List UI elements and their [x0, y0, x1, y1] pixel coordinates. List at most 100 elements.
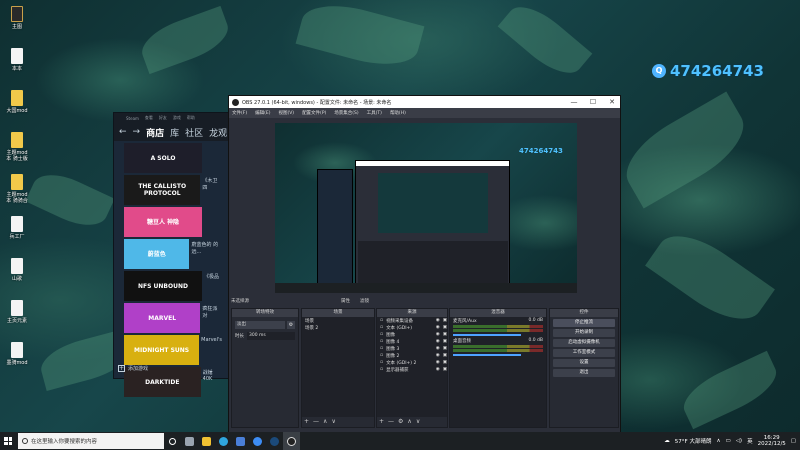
clock[interactable]: 16:29 2022/12/5 [758, 435, 786, 447]
qq-taskbar-icon[interactable] [249, 432, 266, 450]
desktop-icon[interactable]: 山歌 [4, 258, 30, 282]
source-item[interactable]: ▫ 图像 2 ◉ ▣ [377, 352, 447, 359]
steam-menu-item[interactable]: Steam [126, 116, 139, 121]
steam-menu-item[interactable]: 帮助 [187, 115, 195, 121]
eye-icon[interactable]: ◉ [436, 339, 440, 344]
eye-icon[interactable]: ◉ [436, 360, 440, 365]
obs-menu-item[interactable]: 配置文件(P) [302, 110, 326, 116]
back-icon[interactable]: ← [119, 127, 127, 137]
start-virtual-camera-button[interactable]: 启动虚拟摄像机 [553, 339, 615, 347]
settings-button[interactable]: 设置 [553, 359, 615, 367]
exit-button[interactable]: 退出 [553, 369, 615, 377]
desktop-icon[interactable]: 主题mod本 骑骑合 [4, 174, 30, 204]
forward-icon[interactable]: → [133, 127, 141, 137]
source-item[interactable]: ▫ 显示器捕获 ◉ ▣ [377, 366, 447, 373]
maximize-button[interactable]: ☐ [585, 98, 601, 106]
game-item[interactable]: THE CALLISTO PROTOCOL 《木卫四 [124, 175, 224, 205]
lock-icon[interactable]: ▣ [443, 339, 447, 344]
move-up-icon[interactable]: ∧ [323, 418, 327, 425]
store-icon[interactable] [232, 432, 249, 450]
steam-menu-item[interactable]: 查看 [145, 115, 153, 121]
obs-menu-item[interactable]: 工具(T) [367, 110, 382, 116]
input-language[interactable]: 英 [747, 437, 753, 445]
studio-mode-button[interactable]: 工作室模式 [553, 349, 615, 357]
game-item[interactable]: MIDNIGHT SUNS Marvel's [124, 335, 224, 365]
filters-button[interactable]: 滤镜 [360, 298, 369, 304]
source-item[interactable]: ▫ 图像 3 ◉ ▣ [377, 345, 447, 352]
desktop-icon[interactable]: 主页元素 [4, 300, 30, 324]
game-item[interactable]: NFS UNBOUND 《极品 [124, 271, 224, 301]
gear-icon[interactable]: ⚙ [287, 321, 295, 329]
notification-icon[interactable]: ▢ [791, 438, 796, 444]
taskbar-search[interactable]: 在这里输入你要搜索的内容 [18, 433, 164, 449]
network-icon[interactable]: ▭ [725, 438, 730, 444]
obs-window[interactable]: OBS 27.0.1 (64-bit, windows) - 配置文件: 未命名… [228, 95, 621, 440]
desktop-icon[interactable]: 本本 [4, 48, 30, 72]
add-icon[interactable]: + [304, 418, 309, 425]
desktop-icon[interactable]: 兵工厂 [4, 216, 30, 240]
scene-item[interactable]: 场景 2 [302, 324, 374, 331]
lock-icon[interactable]: ▣ [443, 353, 447, 358]
minimize-button[interactable]: — [566, 98, 582, 106]
chevron-up-icon[interactable]: ∧ [716, 438, 720, 444]
move-up-icon[interactable]: ∧ [407, 418, 411, 425]
steam-taskbar-icon[interactable] [266, 432, 283, 450]
lock-icon[interactable]: ▣ [443, 367, 447, 372]
weather-text[interactable]: 57°F 大部晴朗 [675, 437, 712, 445]
remove-icon[interactable]: — [313, 418, 319, 425]
volume-slider[interactable] [453, 334, 521, 336]
steam-menu-item[interactable]: 好友 [159, 115, 167, 121]
duration-input[interactable]: 300 ms [247, 332, 295, 340]
eye-icon[interactable]: ◉ [436, 332, 440, 337]
game-item[interactable]: MARVEL 疯狂派对 [124, 303, 224, 333]
move-down-icon[interactable]: ∨ [331, 418, 335, 425]
game-item[interactable]: 蔚蓝色 蔚蓝色的 的远... [124, 239, 224, 269]
nav-user[interactable]: 龙观 [209, 126, 227, 139]
desktop-icon[interactable]: 墨骑mod [4, 342, 30, 366]
transition-select[interactable]: 淡出 [235, 321, 285, 329]
obs-menu-item[interactable]: 视图(V) [278, 110, 294, 116]
file-explorer-icon[interactable] [198, 432, 215, 450]
volume-slider[interactable] [453, 354, 521, 356]
volume-icon[interactable]: ◁) [736, 438, 742, 444]
source-item[interactable]: ▫ 文本 (GDI+) 2 ◉ ▣ [377, 359, 447, 366]
obs-menu-item[interactable]: 文件(F) [232, 110, 247, 116]
eye-icon[interactable]: ◉ [436, 325, 440, 330]
eye-icon[interactable]: ◉ [436, 346, 440, 351]
edge-icon[interactable] [215, 432, 232, 450]
lock-icon[interactable]: ▣ [443, 325, 447, 330]
desktop-icon[interactable]: 大国mod [4, 90, 30, 114]
lock-icon[interactable]: ▣ [443, 318, 447, 323]
obs-menu-item[interactable]: 帮助(H) [390, 110, 406, 116]
lock-icon[interactable]: ▣ [443, 346, 447, 351]
steam-window[interactable]: Steam 查看 好友 游戏 帮助 ← → 商店 库 社区 龙观 A SOLO THE C… [113, 112, 231, 397]
eye-icon[interactable]: ◉ [436, 353, 440, 358]
desktop-icon[interactable]: 主题mod本 骑士版 [4, 132, 30, 162]
source-item[interactable]: ▫ 图像 4 ◉ ▣ [377, 338, 447, 345]
close-button[interactable]: ✕ [604, 98, 620, 106]
eye-icon[interactable]: ◉ [436, 318, 440, 323]
add-icon[interactable]: + [379, 418, 384, 425]
move-down-icon[interactable]: ∨ [416, 418, 420, 425]
lock-icon[interactable]: ▣ [443, 332, 447, 337]
obs-preview[interactable]: 474264743 [275, 123, 577, 293]
scene-item[interactable]: 场景 [302, 317, 374, 324]
properties-button[interactable]: 属性 [341, 298, 350, 304]
source-item[interactable]: ▫ 文本 (GDI+) ◉ ▣ [377, 324, 447, 331]
source-item[interactable]: ▫ 视频采集设备 ◉ ▣ [377, 317, 447, 324]
obs-menu-item[interactable]: 编辑(E) [255, 110, 270, 116]
gear-icon[interactable]: ⚙ [398, 418, 403, 425]
widgets-icon[interactable] [181, 432, 198, 450]
game-item[interactable]: 糖豆人 神隐 [124, 207, 224, 237]
eye-icon[interactable]: ◉ [436, 367, 440, 372]
nav-store[interactable]: 商店 [146, 126, 164, 139]
task-view-icon[interactable] [164, 432, 181, 450]
obs-menu-item[interactable]: 场景集合(S) [334, 110, 358, 116]
start-button[interactable] [0, 432, 16, 450]
lock-icon[interactable]: ▣ [443, 360, 447, 365]
game-item[interactable]: A SOLO [124, 143, 224, 173]
source-item[interactable]: ▫ 图像 ◉ ▣ [377, 331, 447, 338]
nav-community[interactable]: 社区 [185, 126, 203, 139]
remove-icon[interactable]: — [388, 418, 394, 425]
start-recording-button[interactable]: 开始录制 [553, 329, 615, 337]
